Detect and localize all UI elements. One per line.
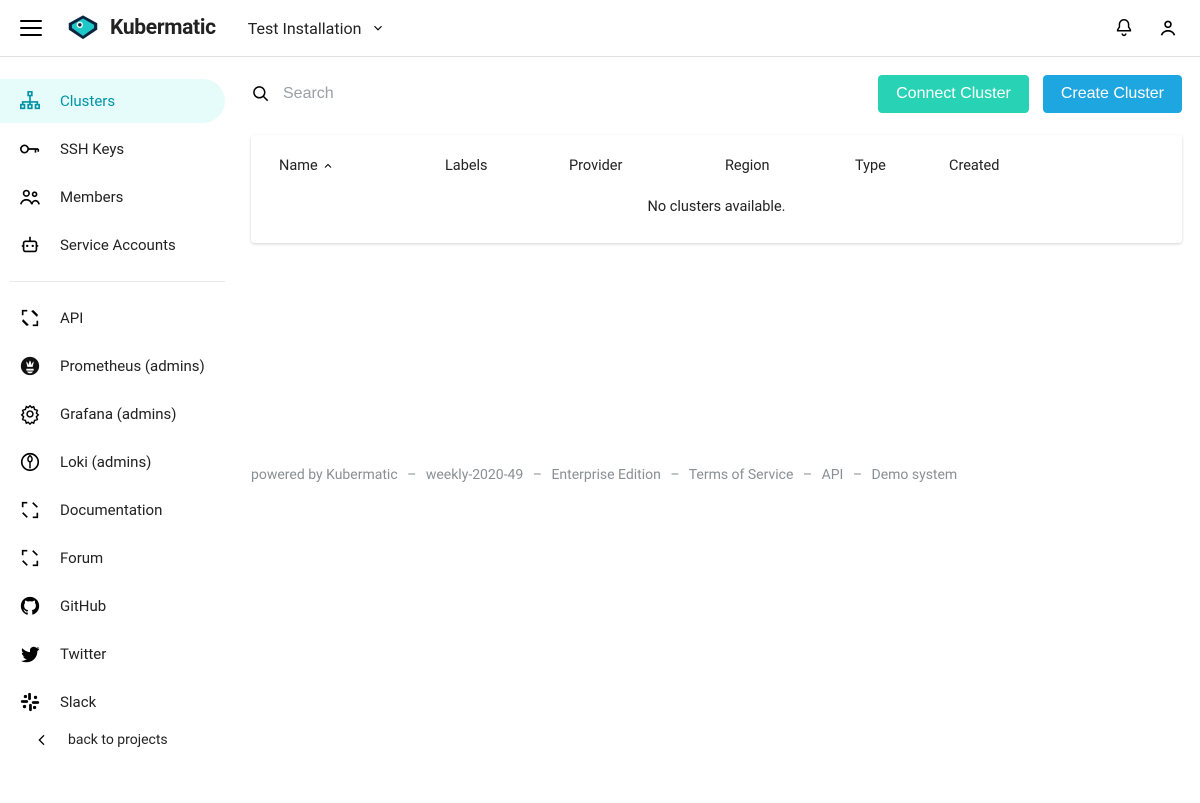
column-header-name[interactable]: Name	[279, 157, 445, 174]
sidebar-item-members[interactable]: Members	[0, 175, 225, 219]
grafana-icon	[18, 403, 42, 425]
column-header-region[interactable]: Region	[725, 157, 855, 174]
sidebar-item-forum[interactable]: Forum	[0, 536, 225, 580]
sidebar-label: Forum	[60, 549, 103, 567]
github-icon	[18, 595, 42, 617]
footer: powered by Kubermatic – weekly-2020-49 –…	[251, 467, 957, 483]
key-icon	[18, 138, 42, 160]
back-label: back to projects	[68, 732, 168, 748]
sidebar-label: Loki (admins)	[60, 453, 151, 471]
sidebar-item-slack[interactable]: Slack	[0, 680, 225, 724]
sidebar-item-service-accounts[interactable]: Service Accounts	[0, 223, 225, 267]
sidebar-label: Members	[60, 188, 123, 206]
sidebar-item-twitter[interactable]: Twitter	[0, 632, 225, 676]
sidebar-label: Slack	[60, 693, 96, 711]
installation-name: Test Installation	[248, 19, 362, 38]
sidebar-item-documentation[interactable]: Documentation	[0, 488, 225, 532]
sidebar-item-github[interactable]: GitHub	[0, 584, 225, 628]
menu-toggle-button[interactable]	[20, 15, 46, 41]
chevron-down-icon	[371, 21, 385, 35]
sidebar-item-grafana[interactable]: Grafana (admins)	[0, 392, 225, 436]
sidebar-item-ssh-keys[interactable]: SSH Keys	[0, 127, 225, 171]
sidebar-item-clusters[interactable]: Clusters	[0, 79, 225, 123]
table-header-row: Name Labels Provider Region Type Created	[251, 135, 1182, 192]
back-to-projects[interactable]: back to projects	[0, 732, 225, 748]
kubermatic-logo-icon	[64, 12, 102, 44]
loki-icon	[18, 451, 42, 473]
footer-build-link[interactable]: weekly-2020-49	[426, 467, 523, 483]
people-icon	[18, 186, 42, 208]
sidebar-label: SSH Keys	[60, 140, 124, 158]
expand-icon	[18, 307, 42, 329]
expand-icon	[18, 547, 42, 569]
robot-icon	[18, 234, 42, 256]
toolbar: Connect Cluster Create Cluster	[251, 75, 1182, 113]
column-header-labels[interactable]: Labels	[445, 157, 569, 174]
clusters-table: Name Labels Provider Region Type Created…	[251, 135, 1182, 243]
twitter-icon	[18, 643, 42, 665]
footer-tos-link[interactable]: Terms of Service	[689, 467, 794, 483]
account-button[interactable]	[1146, 6, 1190, 50]
expand-icon	[18, 499, 42, 521]
footer-powered-link[interactable]: powered by Kubermatic	[251, 467, 398, 483]
sidebar: Clusters SSH Keys Members Service Accoun…	[0, 57, 225, 803]
connect-cluster-button[interactable]: Connect Cluster	[878, 75, 1029, 113]
chevron-left-icon	[34, 732, 50, 748]
create-cluster-button[interactable]: Create Cluster	[1043, 75, 1182, 113]
empty-state-text: No clusters available.	[251, 192, 1182, 225]
brand-name: Kubermatic	[110, 16, 216, 40]
sidebar-label: Documentation	[60, 501, 162, 519]
sidebar-divider	[10, 281, 225, 282]
sidebar-label: Clusters	[60, 92, 115, 110]
sidebar-label: API	[60, 309, 83, 327]
brand-logo[interactable]: Kubermatic	[64, 12, 216, 44]
notifications-button[interactable]	[1102, 6, 1146, 50]
column-header-provider[interactable]: Provider	[569, 157, 725, 174]
sidebar-label: Twitter	[60, 645, 106, 663]
sidebar-label: Prometheus (admins)	[60, 357, 205, 375]
column-header-created[interactable]: Created	[949, 157, 1069, 174]
footer-api-link[interactable]: API	[822, 467, 844, 483]
search-icon	[251, 84, 271, 104]
sidebar-item-api[interactable]: API	[0, 296, 225, 340]
bell-icon	[1113, 17, 1135, 39]
footer-edition-link[interactable]: Enterprise Edition	[551, 467, 660, 483]
sidebar-label: GitHub	[60, 597, 106, 615]
search-input[interactable]	[283, 79, 563, 109]
footer-demo-link[interactable]: Demo system	[872, 467, 958, 483]
app-header: Kubermatic Test Installation	[0, 0, 1200, 57]
sidebar-item-loki[interactable]: Loki (admins)	[0, 440, 225, 484]
sidebar-label: Service Accounts	[60, 236, 176, 254]
slack-icon	[18, 691, 42, 713]
column-header-type[interactable]: Type	[855, 157, 949, 174]
user-icon	[1157, 17, 1179, 39]
main-content: Connect Cluster Create Cluster Name Labe…	[225, 57, 1200, 803]
search-wrap	[251, 79, 864, 109]
sidebar-item-prometheus[interactable]: Prometheus (admins)	[0, 344, 225, 388]
tree-icon	[18, 90, 42, 112]
sidebar-label: Grafana (admins)	[60, 405, 177, 423]
installation-selector[interactable]: Test Installation	[248, 19, 386, 38]
prometheus-icon	[18, 355, 42, 377]
sort-asc-icon	[322, 160, 334, 172]
